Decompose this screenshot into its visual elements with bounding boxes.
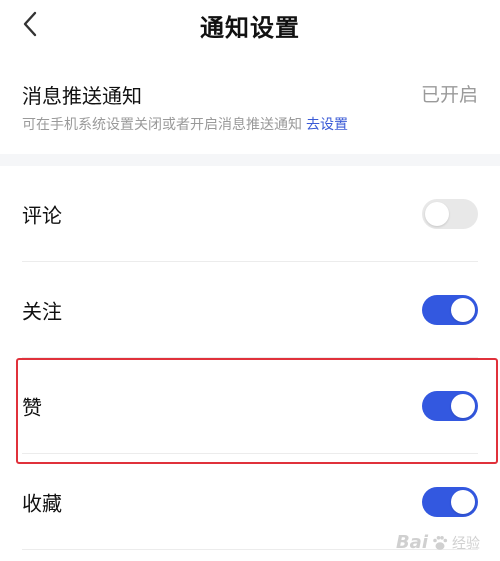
toggle-knob (451, 298, 475, 322)
follow-toggle[interactable] (422, 295, 478, 325)
toggle-knob (451, 490, 475, 514)
toggle-knob (451, 394, 475, 418)
section-divider (0, 154, 500, 166)
paw-icon (433, 535, 448, 550)
comment-toggle[interactable] (422, 199, 478, 229)
setting-label-favorite: 收藏 (22, 491, 62, 516)
watermark-brand: Bai (395, 532, 428, 553)
watermark: Bai 经验 (396, 532, 480, 553)
toggle-knob (425, 202, 449, 226)
setting-label-like: 赞 (22, 395, 42, 420)
nav-bar: 通知设置 (0, 0, 500, 52)
watermark-suffix: 经验 (452, 535, 480, 552)
setting-row-like: 赞 (0, 358, 500, 454)
push-notification-section: 消息推送通知 已开启 可在手机系统设置关闭或者开启消息推送通知 去设置 (0, 60, 500, 154)
setting-row-follow: 关注 (0, 262, 500, 358)
setting-label-comment: 评论 (22, 203, 62, 228)
push-notification-description: 可在手机系统设置关闭或者开启消息推送通知 去设置 (22, 114, 348, 134)
go-settings-link[interactable]: 去设置 (306, 117, 348, 133)
push-notification-status: 已开启 (420, 84, 478, 106)
like-toggle[interactable] (422, 391, 478, 421)
push-notification-title: 消息推送通知 (22, 84, 142, 108)
setting-label-follow: 关注 (22, 299, 62, 324)
page-title: 通知设置 (200, 14, 300, 42)
push-description-text: 可在手机系统设置关闭或者开启消息推送通知 (22, 117, 302, 133)
favorite-toggle[interactable] (422, 487, 478, 517)
setting-row-comment: 评论 (0, 166, 500, 262)
